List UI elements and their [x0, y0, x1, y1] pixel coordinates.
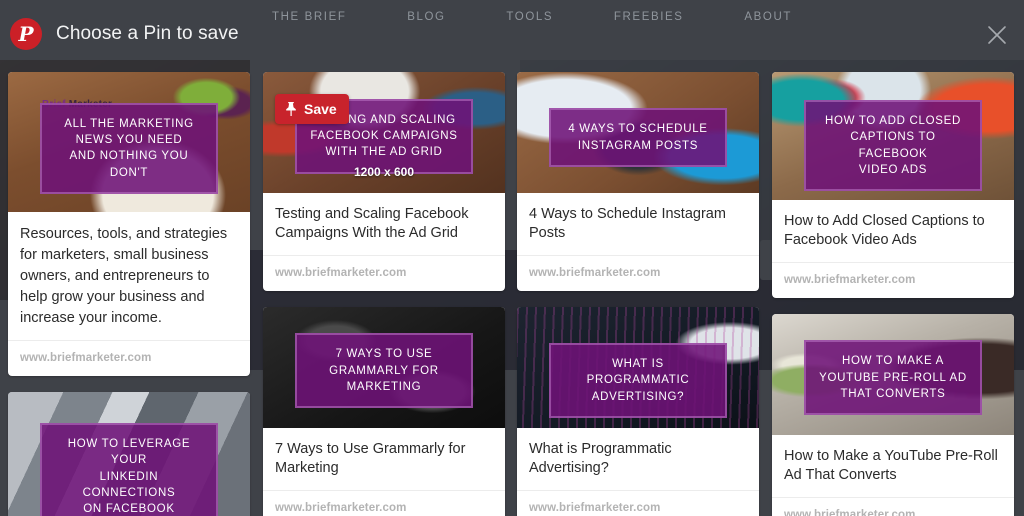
- pin-overlay-title-line: ON FACEBOOK: [83, 503, 175, 516]
- pin-body: Resources, tools, and strategies for mar…: [8, 212, 250, 340]
- pin-column: HOW TO ADD CLOSED CAPTIONS TO FACEBOOK VID…: [772, 72, 1014, 516]
- pin-card[interactable]: Brief MarketerALL THE MARKETINGNEWS YOU …: [8, 72, 250, 377]
- pin-icon: [286, 102, 296, 116]
- nav-item-freebies[interactable]: FREEBIES: [614, 11, 684, 23]
- pin-overlay-title-line: AND NOTHING YOU DON'T: [69, 150, 189, 179]
- pin-image[interactable]: WHAT IS PROGRAMMATIC ADVERTISING?: [517, 306, 759, 428]
- pin-overlay-title-line: CAPTIONS TO FACEBOOK: [850, 131, 936, 160]
- nav-item-blog[interactable]: BLOG: [407, 11, 445, 23]
- pin-card[interactable]: HOW TO ADD CLOSED CAPTIONS TO FACEBOOK VID…: [772, 72, 1014, 298]
- pin-overlay-title-line: LINKEDIN CONNECTIONS: [82, 470, 176, 499]
- pin-overlay-title-line: NEWS YOU NEED: [75, 134, 183, 147]
- pin-body: How to Make a YouTube Pre-Roll Ad That C…: [772, 435, 1014, 497]
- pin-image[interactable]: HOW TO ADD CLOSED CAPTIONS TO FACEBOOK VID…: [772, 72, 1014, 200]
- pin-overlay-title-line: 7 WAYS TO USE: [335, 348, 433, 361]
- pin-overlay-title: HOW TO ADD CLOSED CAPTIONS TO FACEBOOK VID…: [804, 100, 982, 192]
- pin-domain: www.briefmarketer.com: [772, 496, 1014, 516]
- pin-column: 4 WAYS TO SCHEDULE INSTAGRAM POSTS 4 Ways …: [517, 72, 759, 516]
- pin-overlay-title-line: 4 WAYS TO SCHEDULE: [568, 123, 708, 136]
- pin-overlay-title-line: MARKETING: [346, 381, 422, 394]
- save-button-label: Save: [304, 101, 337, 117]
- pin-overlay-title-line: HOW TO MAKE A: [842, 355, 944, 368]
- nav-item-about[interactable]: ABOUT: [744, 11, 792, 23]
- pin-body: How to Add Closed Captions to Facebook V…: [772, 200, 1014, 262]
- pin-title: 7 Ways to Use Grammarly for Marketing: [275, 440, 466, 477]
- pin-body: 7 Ways to Use Grammarly for Marketing: [263, 428, 505, 490]
- pin-card[interactable]: 7 WAYS TO USE GRAMMARLY FOR MARKETING 7 Way…: [263, 306, 505, 516]
- pin-overlay-title-line: VIDEO ADS: [858, 164, 928, 177]
- pin-body: 4 Ways to Schedule Instagram Posts: [517, 193, 759, 255]
- pin-overlay-title-line: HOW TO LEVERAGE YOUR: [67, 437, 191, 467]
- pin-column: Brief MarketerALL THE MARKETINGNEWS YOU …: [8, 72, 250, 516]
- pin-title: How to Make a YouTube Pre-Roll Ad That C…: [784, 447, 998, 484]
- pin-card[interactable]: 4 WAYS TO SCHEDULE INSTAGRAM POSTS 4 Ways …: [517, 72, 759, 291]
- pin-overlay-title-line: THAT CONVERTS: [840, 388, 946, 401]
- pin-overlay-title: 7 WAYS TO USE GRAMMARLY FOR MARKETING: [295, 333, 473, 409]
- pin-title: 4 Ways to Schedule Instagram Posts: [529, 206, 726, 242]
- save-button[interactable]: Save: [275, 94, 349, 124]
- pin-title: How to Add Closed Captions to Facebook V…: [784, 213, 985, 249]
- nav-item-the-brief[interactable]: THE BRIEF: [272, 11, 346, 23]
- pin-overlay-title-line: FACEBOOK CAMPAIGNS: [310, 129, 458, 142]
- site-nav[interactable]: THE BRIEF BLOG TOOLS FREEBIES ABOUT: [272, 7, 792, 27]
- close-icon[interactable]: [984, 22, 1010, 48]
- pin-title: What is Programmatic Advertising?: [529, 440, 672, 477]
- pin-overlay-title-line: ADVERTISING?: [591, 390, 685, 403]
- pin-image[interactable]: HOW TO MAKE A YOUTUBE PRE-ROLL AD THAT CON…: [772, 313, 1014, 435]
- pin-domain: www.briefmarketer.com: [8, 340, 250, 376]
- pin-overlay-title-line: HOW TO ADD CLOSED: [824, 115, 962, 128]
- pin-card[interactable]: TESTING AND SCALING FACEBOOK CAMPAIGNS WIT…: [263, 72, 505, 291]
- brand: P Choose a Pin to save: [10, 18, 239, 50]
- pin-domain: www.briefmarketer.com: [263, 489, 505, 516]
- pin-column: TESTING AND SCALING FACEBOOK CAMPAIGNS WIT…: [263, 72, 505, 516]
- pin-overlay-title: HOW TO MAKE A YOUTUBE PRE-ROLL AD THAT CON…: [804, 340, 982, 416]
- pin-body: Testing and Scaling Facebook Campaigns W…: [263, 193, 505, 255]
- page-title: Choose a Pin to save: [56, 23, 239, 44]
- pin-domain: www.briefmarketer.com: [772, 261, 1014, 298]
- pin-overlay-title: ALL THE MARKETING NEWS YOU NEED AND NOTHIN…: [40, 102, 218, 195]
- pinterest-logo-icon: P: [10, 18, 42, 50]
- pin-image[interactable]: TESTING AND SCALING FACEBOOK CAMPAIGNS WIT…: [263, 72, 505, 193]
- pin-image[interactable]: 4 WAYS TO SCHEDULE INSTAGRAM POSTS: [517, 72, 759, 193]
- pin-grid[interactable]: Brief MarketerALL THE MARKETINGNEWS YOU …: [0, 60, 1024, 516]
- pin-card[interactable]: HOW TO LEVERAGE YOUR LINKEDIN CONNECTIONS…: [8, 392, 250, 516]
- pin-body: What is Programmatic Advertising?: [517, 428, 759, 490]
- pin-image[interactable]: HOW TO LEVERAGE YOUR LINKEDIN CONNECTIONS…: [8, 392, 250, 516]
- pin-image[interactable]: Brief MarketerALL THE MARKETINGNEWS YOU …: [8, 72, 250, 212]
- pin-domain: www.briefmarketer.com: [263, 254, 505, 291]
- pin-dimensions-label: 1200 x 600: [353, 165, 415, 179]
- pinterest-p-glyph: P: [18, 21, 34, 46]
- overlay-topbar: P Choose a Pin to save THE BRIEF BLOG TOOL…: [0, 0, 1024, 60]
- pin-overlay-title: WHAT IS PROGRAMMATIC ADVERTISING?: [549, 343, 727, 419]
- pin-overlay-title-line: YOUTUBE PRE-ROLL AD: [819, 371, 967, 384]
- pin-image[interactable]: 7 WAYS TO USE GRAMMARLY FOR MARKETING: [263, 306, 505, 428]
- pin-domain: www.briefmarketer.com: [517, 254, 759, 291]
- pin-description: Resources, tools, and strategies for mar…: [20, 226, 228, 327]
- pin-card[interactable]: WHAT IS PROGRAMMATIC ADVERTISING? What is …: [517, 306, 759, 516]
- pin-overlay-title-line: ALL THE MARKETING: [64, 117, 194, 130]
- pin-overlay-title-line: WHAT IS PROGRAMMATIC: [586, 358, 690, 387]
- pin-overlay-title-line: GRAMMARLY FOR: [329, 364, 439, 377]
- pin-title: Testing and Scaling Facebook Campaigns W…: [275, 206, 469, 242]
- pin-overlay-title-line: WITH THE AD GRID: [325, 146, 443, 159]
- pin-domain: www.briefmarketer.com: [517, 489, 759, 516]
- pin-card[interactable]: HOW TO MAKE A YOUTUBE PRE-ROLL AD THAT CON…: [772, 313, 1014, 516]
- pin-overlay-title: 4 WAYS TO SCHEDULE INSTAGRAM POSTS: [549, 108, 727, 167]
- nav-item-tools[interactable]: TOOLS: [506, 11, 553, 23]
- pin-overlay-title-line: INSTAGRAM POSTS: [577, 139, 699, 152]
- pin-overlay-title: HOW TO LEVERAGE YOUR LINKEDIN CONNECTIONS…: [40, 422, 218, 516]
